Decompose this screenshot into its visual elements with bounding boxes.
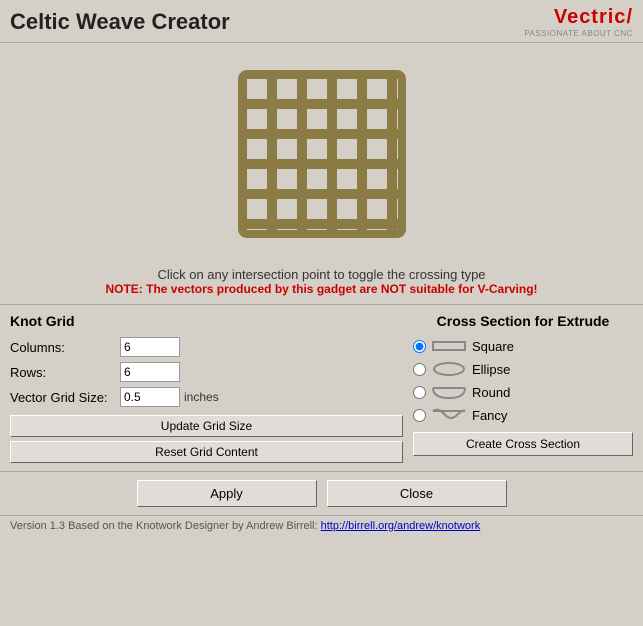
logo-subtitle: Passionate About CNC [524, 29, 633, 38]
click-instruction: Click on any intersection point to toggl… [0, 267, 643, 282]
fancy-radio[interactable] [413, 409, 426, 422]
logo-name: Vectric/ [554, 6, 633, 29]
reset-grid-button[interactable]: Reset Grid Content [10, 441, 403, 463]
ellipse-shape-icon [430, 360, 468, 378]
grid-buttons: Update Grid Size Reset Grid Content [10, 415, 403, 463]
vector-size-input[interactable] [120, 387, 180, 407]
apply-button[interactable]: Apply [137, 480, 317, 507]
square-shape-icon [430, 337, 468, 355]
rows-input[interactable] [120, 362, 180, 382]
fancy-shape-icon [430, 406, 468, 424]
app-title: Celtic Weave Creator [10, 9, 230, 35]
version-link[interactable]: http://birrell.org/andrew/knotwork [321, 520, 481, 532]
rows-label: Rows: [10, 365, 120, 380]
logo-slash: / [626, 6, 633, 28]
cross-section-ellipse-row: Ellipse [413, 360, 633, 378]
ellipse-label: Ellipse [472, 362, 510, 377]
columns-input[interactable] [120, 337, 180, 357]
knot-grid-title: Knot Grid [10, 313, 403, 329]
fancy-label: Fancy [472, 408, 507, 423]
square-label: Square [472, 339, 514, 354]
main-content: Click on any intersection point to toggl… [0, 43, 643, 471]
celtic-image-area [0, 43, 643, 259]
cross-section-fancy-row: Fancy [413, 406, 633, 424]
columns-label: Columns: [10, 340, 120, 355]
cross-section-square-row: Square [413, 337, 633, 355]
square-radio[interactable] [413, 340, 426, 353]
logo-text: Vectric [554, 6, 627, 28]
vector-size-unit: inches [184, 390, 219, 404]
vector-size-row: Vector Grid Size: inches [10, 387, 403, 407]
info-area: Click on any intersection point to toggl… [0, 259, 643, 298]
vectric-logo: Vectric/ Passionate About CNC [524, 6, 633, 38]
warning-text: NOTE: The vectors produced by this gadge… [0, 282, 643, 296]
rows-row: Rows: [10, 362, 403, 382]
footer-buttons: Apply Close [0, 471, 643, 515]
cross-section-title: Cross Section for Extrude [413, 313, 633, 329]
version-text: Version 1.3 Based on the Knotwork Design… [10, 520, 321, 532]
celtic-weave-image [227, 59, 417, 249]
cross-section-round-row: Round [413, 383, 633, 401]
create-cross-section-button[interactable]: Create Cross Section [413, 432, 633, 456]
version-bar: Version 1.3 Based on the Knotwork Design… [0, 515, 643, 536]
update-grid-button[interactable]: Update Grid Size [10, 415, 403, 437]
round-shape-icon [430, 383, 468, 401]
close-button[interactable]: Close [327, 480, 507, 507]
ellipse-radio[interactable] [413, 363, 426, 376]
knot-grid-panel: Knot Grid Columns: Rows: Vector Grid Siz… [10, 313, 403, 463]
cross-section-panel: Cross Section for Extrude Square [413, 313, 633, 463]
vector-size-label: Vector Grid Size: [10, 390, 120, 405]
round-label: Round [472, 385, 510, 400]
columns-row: Columns: [10, 337, 403, 357]
round-radio[interactable] [413, 386, 426, 399]
bottom-panel: Knot Grid Columns: Rows: Vector Grid Siz… [0, 305, 643, 471]
header: Celtic Weave Creator Vectric/ Passionate… [0, 0, 643, 43]
